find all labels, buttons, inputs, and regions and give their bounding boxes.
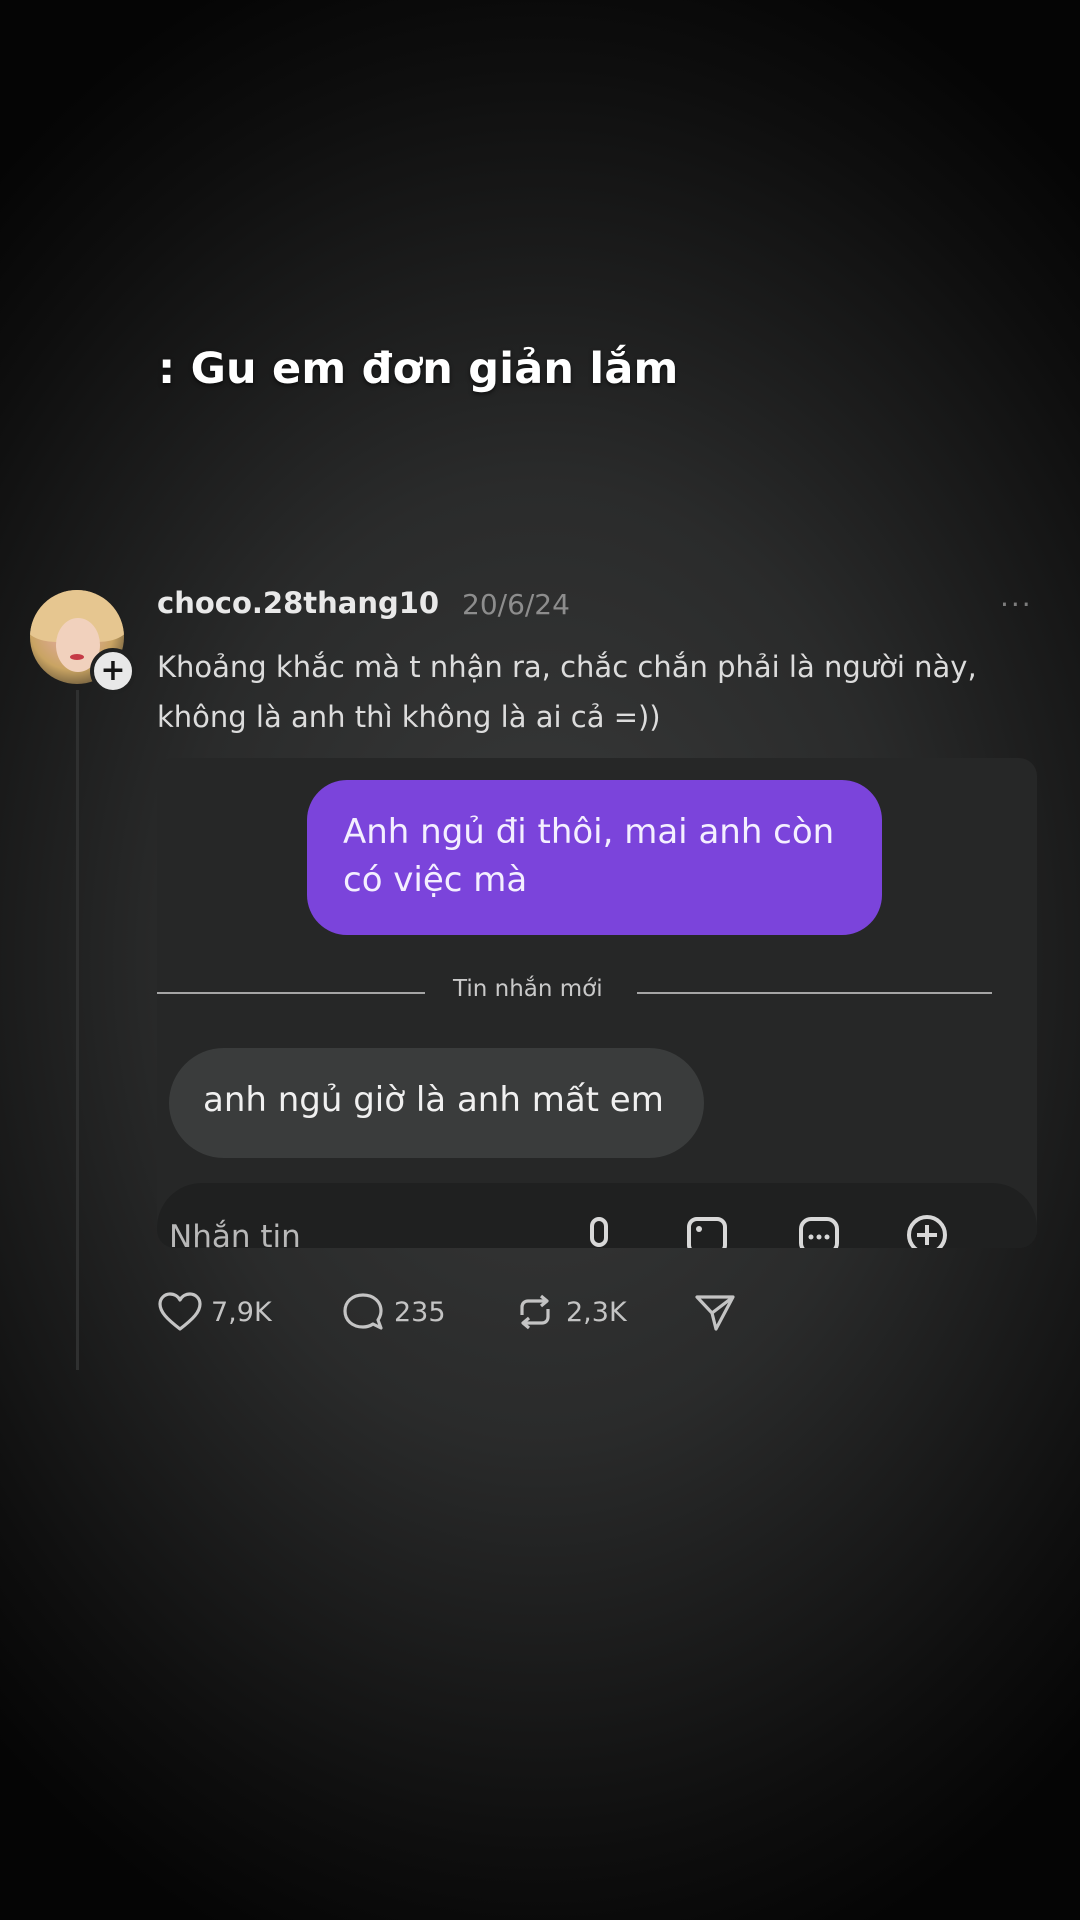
comment-icon	[343, 1293, 383, 1330]
divider-label: Tin nhắn mới	[453, 976, 603, 1002]
repost-count: 2,3K	[566, 1296, 627, 1328]
repost-button[interactable]: 2,3K	[512, 1287, 627, 1337]
follow-button[interactable]: +	[90, 648, 136, 694]
new-messages-divider: Tin nhắn mới	[157, 972, 992, 1012]
like-button[interactable]: 7,9K	[157, 1287, 272, 1337]
image-icon	[687, 1217, 727, 1248]
microphone-icon	[590, 1217, 608, 1247]
incoming-message-bubble: anh ngủ giờ là anh mất em	[169, 1048, 704, 1158]
comment-button[interactable]: 235	[340, 1287, 446, 1337]
caption-text: : Gu em đơn giản lắm	[158, 344, 679, 394]
plus-circle-icon	[907, 1215, 947, 1248]
share-button[interactable]	[692, 1287, 746, 1337]
post-text: Khoảng khắc mà t nhận ra, chắc chắn phải…	[157, 650, 977, 734]
heart-icon	[158, 1292, 202, 1331]
like-count: 7,9K	[211, 1296, 272, 1328]
thread-line	[76, 690, 79, 1370]
outgoing-message-bubble: Anh ngủ đi thôi, mai anh còn có việc mà	[307, 780, 882, 935]
plus-icon: +	[100, 653, 126, 688]
share-icon	[695, 1295, 735, 1331]
post-date: 20/6/24	[462, 588, 570, 621]
comment-count: 235	[394, 1296, 446, 1328]
message-composer: Nhắn tin	[157, 1183, 1037, 1248]
more-options-icon[interactable]: ···	[1000, 588, 1033, 621]
composer-placeholder: Nhắn tin	[169, 1219, 301, 1248]
post-username[interactable]: choco.28thang10	[157, 586, 439, 620]
embedded-chat-screenshot: Anh ngủ đi thôi, mai anh còn có việc mà …	[157, 758, 1037, 1248]
sticker-icon	[799, 1217, 839, 1248]
repost-icon	[520, 1294, 550, 1330]
